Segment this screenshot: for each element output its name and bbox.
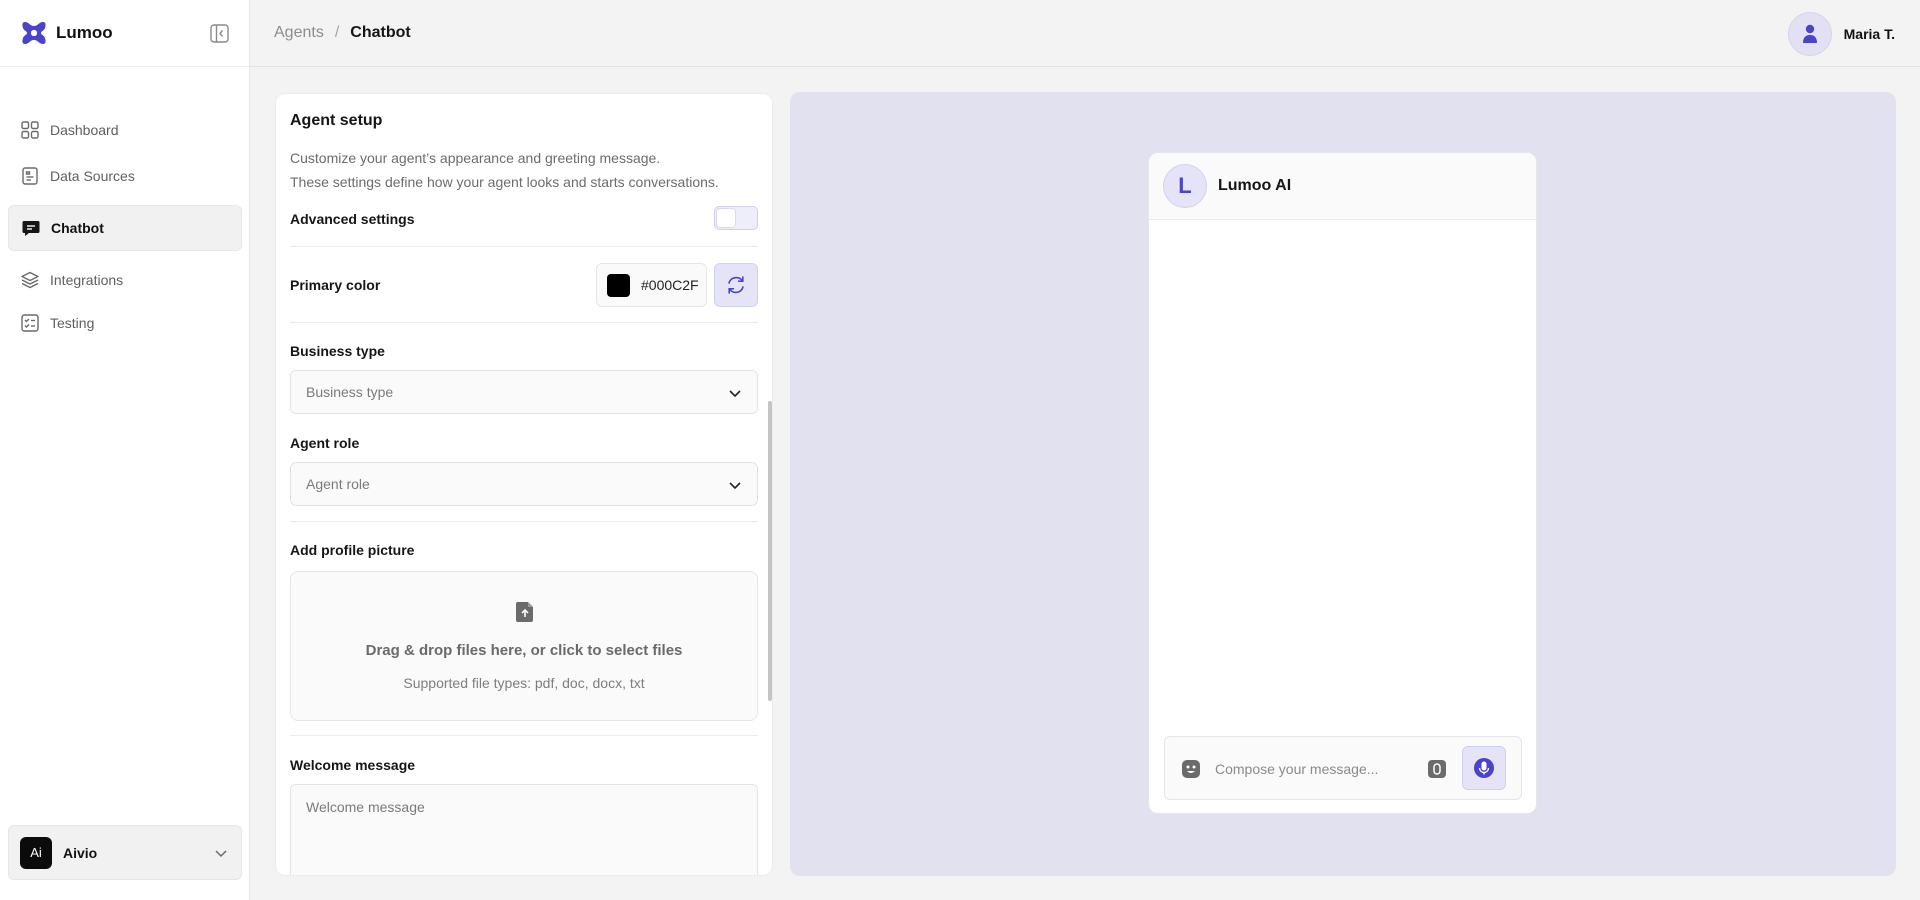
profile-picture-dropzone[interactable]: Drag & drop files here, or click to sele…	[290, 571, 758, 721]
chevron-down-icon	[215, 850, 227, 858]
voice-input-button[interactable]	[1462, 746, 1506, 790]
agent-setup-panel: Agent setup Customize your agent’s appea…	[275, 93, 773, 876]
compose-input[interactable]	[1215, 751, 1415, 787]
document-icon	[22, 167, 38, 185]
top-bar: Agents / Chatbot Maria T.	[250, 0, 1920, 67]
sidebar-item-testing[interactable]: Testing	[8, 303, 242, 343]
advanced-settings-label: Advanced settings	[290, 211, 415, 227]
color-swatch	[607, 273, 630, 297]
breadcrumb-chatbot: Chatbot	[350, 24, 411, 41]
user-icon	[1802, 24, 1817, 43]
textarea-placeholder: Welcome message	[306, 799, 425, 815]
emoji-icon[interactable]	[1181, 759, 1201, 779]
welcome-message-input[interactable]: Welcome message	[290, 784, 758, 875]
checklist-icon	[21, 314, 39, 332]
panel-title: Agent setup	[290, 112, 383, 129]
microphone-icon	[1474, 758, 1494, 778]
advanced-settings-toggle[interactable]	[714, 206, 758, 230]
chat-preview-area: L Lumoo AI	[790, 92, 1896, 876]
sidebar: Lumoo Dashboard Data Sources Chatbot Int…	[0, 0, 250, 900]
chat-header: L Lumoo AI	[1149, 153, 1536, 220]
chat-bubble-icon	[22, 221, 40, 236]
welcome-message-label: Welcome message	[290, 757, 416, 773]
workspace-badge: Ai	[20, 836, 52, 869]
divider	[290, 735, 758, 736]
dropzone-subtext: Supported file types: pdf, doc, docx, tx…	[403, 675, 645, 691]
sidebar-item-chatbot[interactable]: Chatbot	[8, 205, 242, 251]
lumoo-logo-icon	[22, 22, 46, 44]
sidebar-item-label: Dashboard	[50, 122, 119, 138]
sidebar-item-label: Integrations	[50, 272, 124, 288]
sidebar-item-label: Chatbot	[51, 220, 104, 236]
sidebar-item-data-sources[interactable]: Data Sources	[8, 153, 242, 199]
workspace-name: Aivio	[63, 844, 98, 861]
workspace-switcher[interactable]: Ai Aivio	[8, 825, 242, 880]
brand-header: Lumoo	[0, 0, 249, 67]
primary-color-value: #000C2F	[641, 277, 699, 293]
select-placeholder: Business type	[306, 384, 394, 400]
agent-avatar: L	[1163, 164, 1207, 208]
description-line: These settings define how your agent loo…	[290, 174, 719, 190]
primary-color-picker[interactable]: #000C2F	[596, 263, 707, 307]
layers-icon	[21, 271, 39, 289]
primary-color-label: Primary color	[290, 277, 381, 293]
divider	[290, 322, 758, 323]
agent-role-select[interactable]: Agent role	[290, 462, 758, 506]
message-composer	[1164, 736, 1522, 800]
business-type-label: Business type	[290, 343, 385, 359]
sidebar-item-integrations[interactable]: Integrations	[8, 257, 242, 303]
agent-name: Lumoo AI	[1218, 177, 1292, 194]
chat-widget-preview: L Lumoo AI	[1148, 152, 1537, 814]
description-line: Customize your agent’s appearance and gr…	[290, 150, 661, 166]
sidebar-collapse-icon[interactable]	[210, 24, 229, 43]
sidebar-item-label: Testing	[50, 315, 95, 331]
chevron-down-icon	[729, 482, 741, 490]
brand-name: Lumoo	[56, 23, 113, 42]
user-name: Maria T.	[1843, 26, 1895, 42]
chevron-down-icon	[729, 390, 741, 398]
panel-scrollbar[interactable]	[768, 401, 772, 701]
avatar[interactable]	[1787, 12, 1832, 56]
profile-picture-label: Add profile picture	[290, 542, 415, 558]
reset-color-button[interactable]	[714, 263, 758, 307]
dropzone-text: Drag & drop files here, or click to sele…	[365, 642, 683, 659]
breadcrumb-agents[interactable]: Agents	[274, 24, 324, 42]
panel-description: Customize your agent’s appearance and gr…	[290, 146, 719, 194]
sidebar-nav: Dashboard Data Sources Chatbot Integrati…	[8, 107, 242, 343]
attach-icon[interactable]	[1427, 759, 1447, 779]
breadcrumb-separator: /	[334, 24, 340, 41]
sidebar-item-dashboard[interactable]: Dashboard	[8, 107, 242, 153]
business-type-select[interactable]: Business type	[290, 370, 758, 414]
refresh-icon	[728, 276, 744, 294]
user-menu[interactable]: Maria T.	[1787, 12, 1895, 56]
file-upload-icon	[516, 602, 533, 622]
divider	[290, 246, 758, 247]
select-placeholder: Agent role	[306, 476, 370, 492]
agent-role-label: Agent role	[290, 435, 360, 451]
sidebar-item-label: Data Sources	[50, 168, 135, 184]
grid-icon	[21, 121, 39, 139]
toggle-knob	[717, 209, 735, 227]
breadcrumb: Agents / Chatbot	[274, 24, 411, 42]
divider	[290, 521, 758, 522]
